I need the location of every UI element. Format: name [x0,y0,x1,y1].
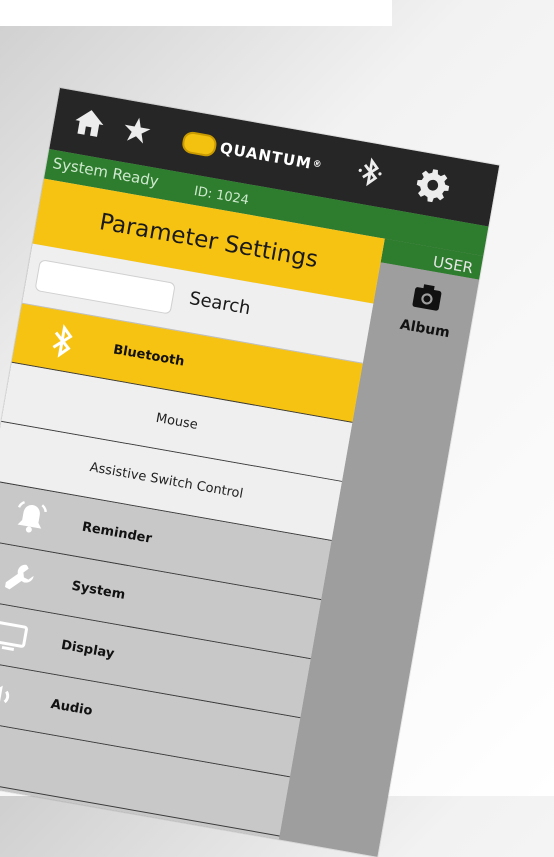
search-input[interactable] [34,259,176,315]
speaker-icon [0,685,10,707]
bluetooth-icon [52,324,73,358]
album-label[interactable]: Album [399,317,451,341]
gear-icon[interactable] [411,163,455,207]
menu-item-label: Audio [49,696,94,719]
monitor-icon [0,621,28,651]
menu-item-label: Display [59,637,116,662]
star-icon[interactable]: ★ [118,109,155,154]
bell-icon [17,501,47,533]
logo-q-mark [180,130,219,158]
bluetooth-icon[interactable] [352,153,387,192]
device-id: ID: 1024 [192,183,251,209]
menu-item-label: System [70,578,127,603]
app-screen: ★ QUANTUM ® System Ready ID: 1024 USER A… [0,88,500,857]
menu-item-label: Bluetooth [112,342,186,370]
background-top-band [0,0,392,26]
wrench-icon [5,564,34,590]
submenu-item-label: Mouse [154,410,199,433]
search-button[interactable]: Search [188,288,253,319]
camera-icon[interactable] [409,278,446,315]
logo-text: QUANTUM [218,138,314,173]
home-icon[interactable] [70,103,109,142]
menu-item-label: Reminder [80,519,153,547]
quantum-logo: QUANTUM ® [180,126,325,180]
logo-registered-mark: ® [311,159,324,171]
submenu-item-label: Assistive Switch Control [88,460,245,502]
